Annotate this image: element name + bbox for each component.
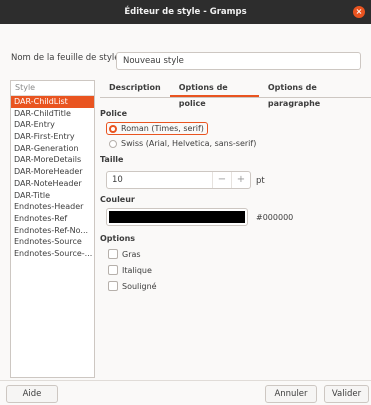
italic-label: Italique bbox=[122, 265, 152, 275]
color-swatch bbox=[109, 211, 245, 223]
italic-option[interactable]: Italique bbox=[108, 265, 152, 275]
font-swiss-option[interactable]: Swiss (Arial, Helvetica, sans-serif) bbox=[109, 139, 256, 148]
tab-font-options[interactable]: Options de police bbox=[169, 80, 259, 108]
tab-bar: Description Options de police Options de… bbox=[100, 80, 371, 108]
stylesheet-name-row: Nom de la feuille de style : bbox=[11, 53, 125, 63]
ok-button[interactable]: Valider bbox=[324, 385, 369, 403]
style-item-endnotes-header[interactable]: Endnotes-Header bbox=[11, 201, 94, 213]
close-icon[interactable]: × bbox=[353, 6, 365, 18]
checkbox-icon[interactable] bbox=[108, 265, 118, 275]
underline-label: Souligné bbox=[122, 281, 157, 291]
style-item-endnotes-source-more[interactable]: Endnotes-Source-... bbox=[11, 248, 94, 260]
bold-option[interactable]: Gras bbox=[108, 249, 141, 259]
style-item-dar-childlist[interactable]: DAR-ChildList bbox=[11, 96, 94, 108]
color-hex-value: #000000 bbox=[256, 213, 294, 222]
style-item-dar-entry[interactable]: DAR-Entry bbox=[11, 119, 94, 131]
font-roman-option[interactable]: Roman (Times, serif) bbox=[106, 122, 208, 135]
style-item-dar-first-entry[interactable]: DAR-First-Entry bbox=[11, 131, 94, 143]
checkbox-icon[interactable] bbox=[108, 249, 118, 259]
style-item-dar-noteheader[interactable]: DAR-NoteHeader bbox=[11, 178, 94, 190]
style-item-dar-title[interactable]: DAR-Title bbox=[11, 190, 94, 202]
window-title: Éditeur de style - Gramps bbox=[124, 7, 247, 17]
style-list: Style DAR-ChildList DAR-ChildTitle DAR-E… bbox=[10, 80, 95, 378]
increase-icon[interactable]: + bbox=[231, 172, 250, 188]
font-section-title: Police bbox=[100, 109, 128, 118]
font-roman-label: Roman (Times, serif) bbox=[121, 124, 204, 133]
style-item-dar-generation[interactable]: DAR-Generation bbox=[11, 143, 94, 155]
style-item-endnotes-source[interactable]: Endnotes-Source bbox=[11, 236, 94, 248]
radio-checked-icon[interactable] bbox=[109, 124, 117, 133]
options-section-title: Options bbox=[100, 234, 136, 243]
style-item-dar-moredetails[interactable]: DAR-MoreDetails bbox=[11, 154, 94, 166]
style-item-endnotes-ref[interactable]: Endnotes-Ref bbox=[11, 213, 94, 225]
title-bar: Éditeur de style - Gramps × bbox=[0, 0, 371, 24]
radio-unchecked-icon[interactable] bbox=[109, 139, 117, 148]
style-item-dar-moreheader[interactable]: DAR-MoreHeader bbox=[11, 166, 94, 178]
decrease-icon[interactable]: − bbox=[212, 172, 231, 188]
bold-label: Gras bbox=[122, 249, 141, 259]
color-section-title: Couleur bbox=[100, 195, 135, 204]
style-item-endnotes-ref-no[interactable]: Endnotes-Ref-No... bbox=[11, 225, 94, 237]
checkbox-icon[interactable] bbox=[108, 281, 118, 291]
tab-paragraph-options[interactable]: Options de paragraphe bbox=[259, 80, 371, 108]
font-swiss-label: Swiss (Arial, Helvetica, sans-serif) bbox=[121, 139, 257, 148]
style-list-header[interactable]: Style bbox=[11, 81, 94, 96]
tab-description[interactable]: Description bbox=[100, 80, 170, 97]
font-roman-focus: Roman (Times, serif) bbox=[106, 122, 208, 135]
style-item-dar-childtitle[interactable]: DAR-ChildTitle bbox=[11, 108, 94, 120]
font-size-value[interactable]: 10 bbox=[107, 175, 212, 185]
color-picker-button[interactable] bbox=[106, 208, 248, 226]
font-size-spinner[interactable]: 10 − + bbox=[106, 171, 251, 189]
stylesheet-name-input[interactable]: Nouveau style bbox=[116, 52, 361, 70]
help-button[interactable]: Aide bbox=[6, 385, 58, 403]
footer-divider bbox=[0, 380, 371, 381]
size-section-title: Taille bbox=[100, 155, 124, 164]
stylesheet-name-label: Nom de la feuille de style : bbox=[11, 53, 126, 63]
font-size-unit: pt bbox=[256, 176, 265, 186]
cancel-button[interactable]: Annuler bbox=[265, 385, 317, 403]
underline-option[interactable]: Souligné bbox=[108, 281, 157, 291]
